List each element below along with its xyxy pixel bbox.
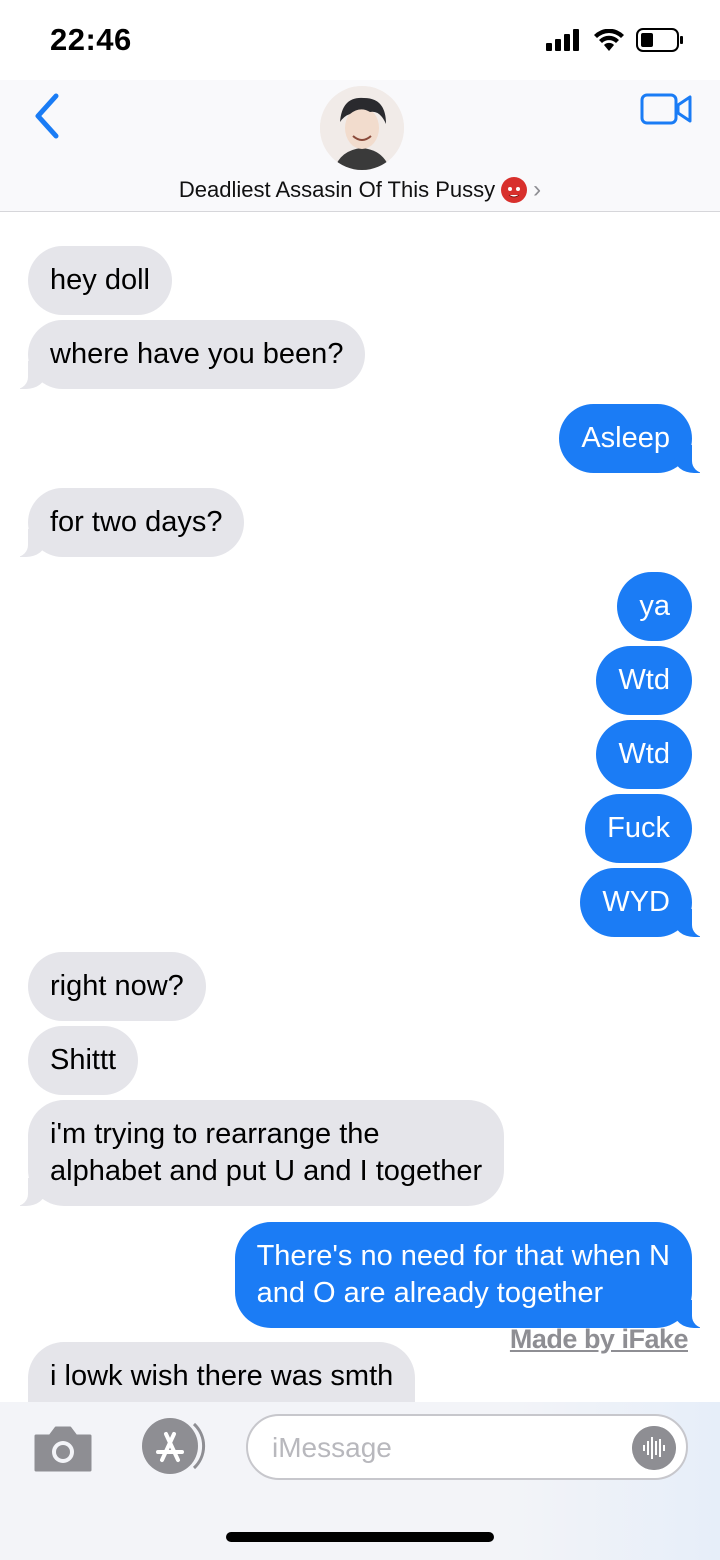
app-store-icon[interactable] <box>136 1416 208 1476</box>
status-icons <box>546 28 684 52</box>
devil-face-icon <box>501 177 528 203</box>
status-bar: 22:46 <box>0 0 720 80</box>
watermark: Made by iFake <box>509 1324 689 1354</box>
message-bubble-incoming[interactable]: hey doll <box>28 246 172 315</box>
message-input-field[interactable] <box>246 1414 688 1480</box>
contact-name-row[interactable]: Deadliest Assasin Of This Pussy › <box>0 176 720 204</box>
message-bubble-outgoing[interactable]: There's no need for that when N and O ar… <box>234 1222 709 1328</box>
message-bubble-outgoing[interactable]: ya <box>617 572 692 641</box>
message-bubble-outgoing[interactable]: WYD <box>580 868 708 937</box>
message-bubble-incoming[interactable]: Shittt <box>28 1026 139 1095</box>
message-bubble-incoming[interactable]: for two days? <box>11 488 245 557</box>
chevron-right-icon: › <box>533 176 542 203</box>
back-chevron-icon[interactable] <box>28 92 68 140</box>
camera-icon[interactable] <box>32 1424 94 1474</box>
contact-name: Deadliest Assasin Of This Pussy <box>178 177 496 202</box>
message-bubble-incoming[interactable]: where have you been? <box>11 320 366 389</box>
contact-avatar[interactable] <box>320 86 404 170</box>
home-indicator[interactable] <box>226 1532 494 1542</box>
message-bubble-incoming[interactable]: i'm trying to rearrange the alphabet and… <box>11 1100 505 1206</box>
message-bubble-outgoing[interactable]: Asleep <box>559 404 708 473</box>
avatar-image <box>320 86 404 170</box>
audio-waveform-icon[interactable] <box>632 1426 676 1470</box>
status-time: 22:46 <box>50 22 132 57</box>
video-camera-icon[interactable] <box>640 92 692 126</box>
message-bubble-incoming[interactable]: right now? <box>28 952 206 1021</box>
signal-icon <box>546 29 579 51</box>
message-bubble-outgoing[interactable]: Wtd <box>596 646 692 715</box>
message-bubble-outgoing[interactable]: Fuck <box>585 794 692 863</box>
message-bubble-outgoing[interactable]: Wtd <box>596 720 692 789</box>
conversation-header: Deadliest Assasin Of This Pussy › <box>0 80 720 212</box>
message-input[interactable] <box>272 1430 632 1466</box>
battery-icon <box>636 28 683 52</box>
wifi-icon <box>594 29 624 51</box>
